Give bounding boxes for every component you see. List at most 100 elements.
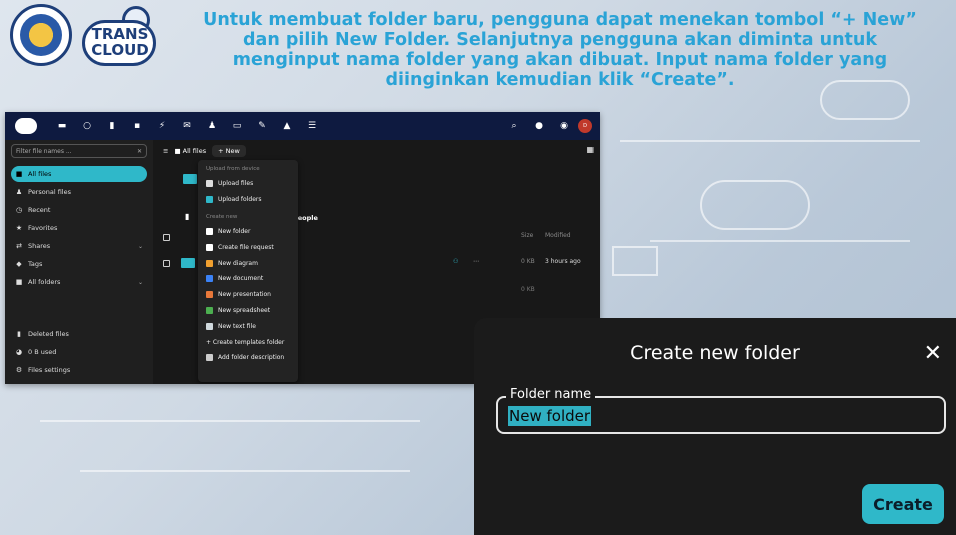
folder-plus-icon	[206, 227, 213, 235]
menu-toggle-icon[interactable]: ≡	[163, 147, 168, 155]
menu-item-new-text-file[interactable]: New text file	[198, 318, 298, 334]
create-button[interactable]: Create	[862, 484, 944, 524]
photos-icon[interactable]: ▪	[126, 115, 148, 137]
calendar-icon[interactable]: ▭	[226, 115, 248, 137]
filter-placeholder: Filter file names ...	[16, 147, 72, 155]
user-icon: ♟	[15, 188, 23, 196]
sidebar-item-label: Tags	[28, 260, 43, 268]
chevron-down-icon[interactable]: ⌄	[138, 279, 143, 286]
presentation-icon	[206, 291, 213, 299]
menu-item-new-folder[interactable]: New folder	[198, 224, 298, 240]
clock-icon: ◷	[15, 206, 23, 214]
dialog-title: Create new folder	[630, 342, 800, 364]
sidebar-item-recent[interactable]: ◷ Recent	[11, 202, 147, 218]
menu-item-upload-files[interactable]: Upload files	[198, 176, 298, 192]
menu-item-add-folder-description[interactable]: Add folder description	[198, 350, 298, 366]
notes-icon[interactable]: ✎	[251, 115, 273, 137]
menu-item-new-document[interactable]: New document	[198, 271, 298, 287]
clear-filter-icon[interactable]: ✕	[137, 148, 142, 155]
menu-item-create-file-request[interactable]: Create file request	[198, 239, 298, 255]
files-sidebar: Filter file names ... ✕ ■ All files ♟ Pe…	[5, 140, 153, 384]
menu-item-upload-folders[interactable]: Upload folders	[198, 192, 298, 208]
sidebar-item-personal-files[interactable]: ♟ Personal files	[11, 184, 147, 200]
chevron-down-icon[interactable]: ⌄	[138, 243, 143, 250]
filter-input[interactable]: Filter file names ... ✕	[11, 144, 147, 158]
folder-upload-icon	[206, 196, 213, 204]
files-icon[interactable]: ▮	[101, 115, 123, 137]
unified-search-icon[interactable]: ⌕	[503, 115, 525, 137]
text-file-icon	[206, 322, 213, 330]
spreadsheet-icon	[206, 306, 213, 314]
share-icon: ⇄	[16, 242, 22, 250]
tasks-icon[interactable]: ☰	[301, 115, 323, 137]
more-actions-icon[interactable]: ⋯	[473, 258, 479, 265]
sidebar-item-label: Deleted files	[28, 330, 69, 338]
document-icon	[206, 275, 213, 283]
sidebar-item-deleted-files[interactable]: ▮ Deleted files	[11, 326, 147, 342]
logo-text: TRANS CLOUD	[91, 25, 149, 59]
folder-icon: ■	[15, 278, 23, 286]
diagram-icon	[206, 259, 213, 267]
dashboard-icon[interactable]: ▬	[51, 115, 73, 137]
sidebar-item-label: 0 B used	[28, 348, 57, 356]
folder-name-label: Folder name	[506, 387, 596, 402]
contacts-icon[interactable]: ♟	[201, 115, 223, 137]
instruction-headline: Untuk membuat folder baru, pengguna dapa…	[203, 10, 917, 90]
sidebar-item-label: Recent	[28, 206, 51, 214]
notifications-icon[interactable]: ●	[528, 115, 550, 137]
new-button[interactable]: + New	[212, 145, 246, 157]
sidebar-item-label: Shares	[28, 242, 51, 250]
menu-item-create-templates-folder[interactable]: + Create templates folder	[198, 334, 298, 350]
row-size: 0 KB	[521, 258, 535, 265]
sidebar-item-label: All files	[28, 170, 52, 178]
breadcrumb: ≡ ■ All files + New	[163, 144, 246, 158]
app-logo[interactable]	[15, 118, 37, 134]
sidebar-item-label: Favorites	[28, 224, 58, 232]
size-column-header[interactable]: Size	[521, 232, 533, 239]
menu-section-header: Upload from device	[206, 166, 260, 172]
menu-item-new-spreadsheet[interactable]: New spreadsheet	[198, 303, 298, 319]
row-size: 0 KB	[521, 286, 535, 293]
tag-icon: ◆	[16, 260, 22, 268]
menu-section-header: Create new	[206, 213, 238, 220]
close-icon[interactable]: ✕	[924, 340, 942, 366]
row-checkbox[interactable]	[163, 260, 170, 267]
sidebar-item-files-settings[interactable]: ⚙ Files settings	[11, 362, 147, 378]
sidebar-item-all-folders[interactable]: ■ All folders ⌄	[11, 274, 147, 290]
storage-usage[interactable]: ◕ 0 B used	[11, 344, 147, 360]
sidebar-item-tags[interactable]: ◆ Tags	[11, 256, 147, 272]
gear-icon: ⚙	[15, 366, 23, 374]
menu-item-new-presentation[interactable]: New presentation	[198, 287, 298, 303]
select-all-checkbox[interactable]	[163, 234, 170, 241]
sidebar-item-shares[interactable]: ⇄ Shares ⌄	[11, 238, 147, 254]
sidebar-footer: ▮ Deleted files ◕ 0 B used ⚙ Files setti…	[11, 326, 147, 380]
avatar[interactable]: D	[578, 119, 592, 133]
sidebar-item-all-files[interactable]: ■ All files	[11, 166, 147, 182]
institution-logo	[10, 4, 72, 66]
row-modified: 3 hours ago	[545, 258, 581, 265]
activity-icon[interactable]: ⚡	[151, 115, 173, 137]
star-icon: ★	[15, 224, 23, 232]
search-icon[interactable]: ○	[76, 115, 98, 137]
sidebar-item-label: Personal files	[28, 188, 71, 196]
sidebar-item-label: All folders	[28, 278, 61, 286]
folder-icon: ■	[15, 170, 23, 178]
file-request-icon	[206, 243, 213, 251]
description-icon	[206, 354, 213, 362]
modified-column-header[interactable]: Modified	[545, 232, 571, 239]
menu-item-new-diagram[interactable]: New diagram	[198, 255, 298, 271]
folder-name-input[interactable]: New folder	[508, 406, 592, 426]
upload-icon	[206, 180, 213, 188]
deck-icon[interactable]: ▲	[276, 115, 298, 137]
breadcrumb-home[interactable]: ■ All files	[174, 147, 206, 155]
create-folder-dialog: Create new folder ✕ Folder name New fold…	[474, 318, 956, 535]
grid-view-icon[interactable]: ▦	[586, 145, 594, 154]
mail-icon[interactable]: ✉	[176, 115, 198, 137]
sidebar-item-favorites[interactable]: ★ Favorites	[11, 220, 147, 236]
share-icon[interactable]: ⚇	[453, 258, 458, 265]
sidebar-item-label: Files settings	[28, 366, 71, 374]
trans-cloud-logo: TRANS CLOUD	[82, 6, 160, 68]
user-status-icon[interactable]: ◉	[553, 115, 575, 137]
app-topbar: ▬ ○ ▮ ▪ ⚡ ✉ ♟ ▭ ✎ ▲ ☰ ⌕ ● ◉ D	[5, 112, 600, 140]
folder-name-field[interactable]: Folder name New folder	[496, 387, 946, 434]
